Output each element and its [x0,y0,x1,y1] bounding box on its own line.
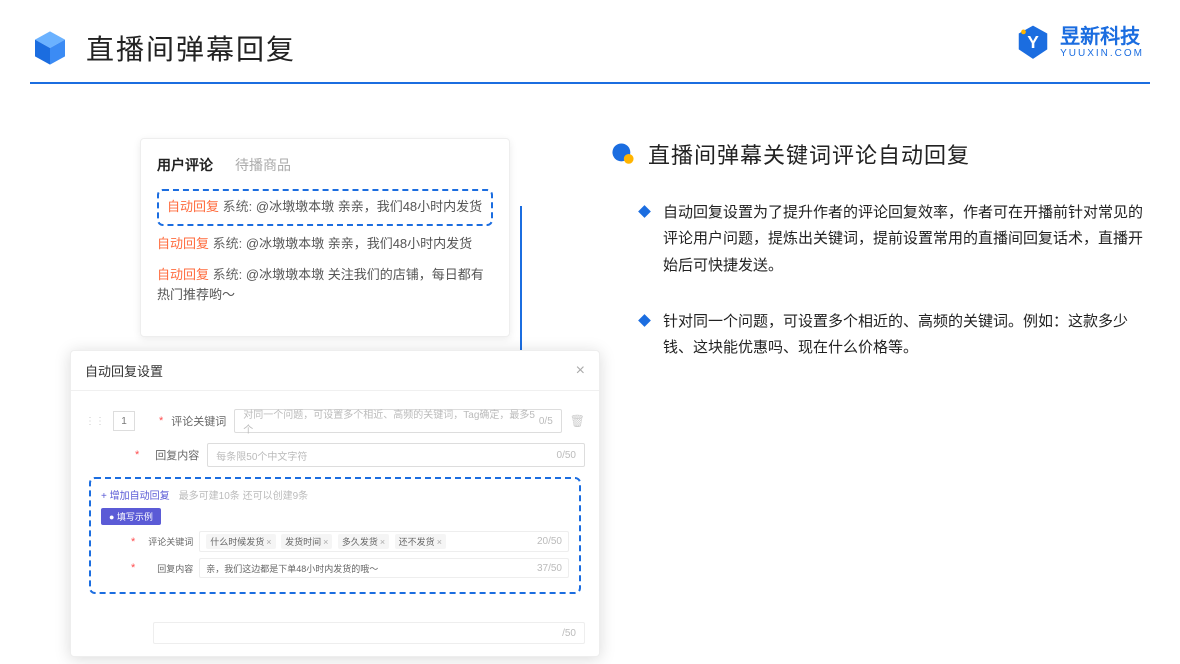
bullet-text: 自动回复设置为了提升作者的评论回复效率，作者可在开播前针对常见的评论用户问题，提… [663,200,1150,279]
keyword-tag[interactable]: 还不发货× [395,534,446,549]
bullet-item: 针对同一个问题，可设置多个相近的、高频的关键词。例如：这款多少钱、这块能优惠吗、… [610,309,1150,362]
bullet-text: 针对同一个问题，可设置多个相近的、高频的关键词。例如：这款多少钱、这块能优惠吗、… [663,309,1150,362]
auto-reply-settings-modal: 自动回复设置 × ⋮⋮ 1 * 评论关键词 对同一个问题，可设置多个相近、高频的… [70,350,600,657]
ex-content-input[interactable]: 亲，我们这边都是下单48小时内发货的哦～ 37/50 [199,558,569,578]
auto-reply-label: 自动回复 [157,236,209,251]
modal-title: 自动回复设置 [85,361,163,380]
tag-remove-icon[interactable]: × [437,537,442,547]
svg-text:Y: Y [1027,32,1039,52]
comments-card: 用户评论 待播商品 自动回复 系统: @冰墩墩本墩 亲亲，我们48小时内发货 自… [140,138,510,337]
comment-row: 自动回复 系统: @冰墩墩本墩 亲亲，我们48小时内发货 [167,197,483,218]
system-label: 系统: [223,199,253,214]
ex-keyword-counter: 20/50 [537,536,562,547]
highlighted-comment: 自动回复 系统: @冰墩墩本墩 亲亲，我们48小时内发货 [157,189,493,226]
example-highlight-box: + 增加自动回复 最多可建10条 还可以创建9条 ● 填写示例 * 评论关键词 … [89,477,581,594]
ex-keyword-input[interactable]: 什么时候发货× 发货时间× 多久发货× 还不发货× 20/50 [199,531,569,552]
required-dot: * [159,415,163,427]
ex-content-value: 亲，我们这边都是下单48小时内发货的哦～ [206,562,378,575]
cube-icon [30,28,70,68]
delete-icon[interactable]: 🗑 [570,414,585,428]
tag-remove-icon[interactable]: × [323,537,328,547]
ex-content-label: 回复内容 [141,562,193,575]
brand-logo-block: Y 昱新科技 YUUXIN.COM [1014,24,1144,62]
comment-row: 自动回复 系统: @冰墩墩本墩 亲亲，我们48小时内发货 [157,234,493,255]
auto-reply-label: 自动回复 [167,199,219,214]
content-label: 回复内容 [147,447,199,463]
content-placeholder: 每条限50个中文字符 [216,448,307,463]
diamond-bullet-icon [638,205,651,218]
comment-text: @冰墩墩本墩 亲亲，我们48小时内发货 [246,236,472,251]
diamond-bullet-icon [638,314,651,327]
content-counter: 0/50 [557,450,576,461]
comment-row: 自动回复 系统: @冰墩墩本墩 关注我们的店铺，每日都有热门推荐哟～ [157,265,493,307]
tab-user-comments[interactable]: 用户评论 [157,155,213,175]
auto-reply-label: 自动回复 [157,267,209,282]
truncated-input[interactable]: /50 [153,622,585,644]
comment-text: @冰墩墩本墩 亲亲，我们48小时内发货 [256,199,482,214]
add-hint: 最多可建10条 还可以创建9条 [179,491,308,502]
brand-logo-icon: Y [1014,24,1052,62]
ex-content-counter: 37/50 [537,563,562,574]
tab-pending-products[interactable]: 待播商品 [235,155,291,175]
required-dot: * [135,449,139,461]
brand-name-cn: 昱新科技 [1060,27,1144,47]
page-title: 直播间弹幕回复 [86,28,296,68]
example-badge: ● 填写示例 [101,508,161,525]
section-title: 直播间弹幕关键词评论自动回复 [648,138,970,170]
truncated-counter: /50 [562,628,576,639]
keyword-tag[interactable]: 发货时间× [281,534,332,549]
tag-remove-icon[interactable]: × [380,537,385,547]
add-auto-reply-link[interactable]: + 增加自动回复 [101,491,170,502]
system-label: 系统: [213,267,243,282]
required-dot: * [131,536,135,548]
content-input[interactable]: 每条限50个中文字符 0/50 [207,443,585,467]
drag-handle-icon[interactable]: ⋮⋮ [85,416,105,427]
required-dot: * [131,562,135,574]
keyword-label: 评论关键词 [171,413,226,429]
keyword-tag[interactable]: 什么时候发货× [206,534,275,549]
keyword-tag[interactable]: 多久发货× [338,534,389,549]
tag-remove-icon[interactable]: × [266,537,271,547]
rule-number: 1 [113,411,135,431]
close-icon[interactable]: × [576,362,585,380]
system-label: 系统: [213,236,243,251]
keyword-counter: 0/5 [539,416,553,427]
keyword-input[interactable]: 对同一个问题，可设置多个相近、高频的关键词，Tag确定，最多5个 0/5 [234,409,561,433]
bullet-item: 自动回复设置为了提升作者的评论回复效率，作者可在开播前针对常见的评论用户问题，提… [610,200,1150,279]
chat-bubble-icon [610,141,636,167]
ex-keyword-label: 评论关键词 [141,535,193,548]
brand-name-en: YUUXIN.COM [1060,49,1144,59]
keyword-placeholder: 对同一个问题，可设置多个相近、高频的关键词，Tag确定，最多5个 [243,406,539,436]
